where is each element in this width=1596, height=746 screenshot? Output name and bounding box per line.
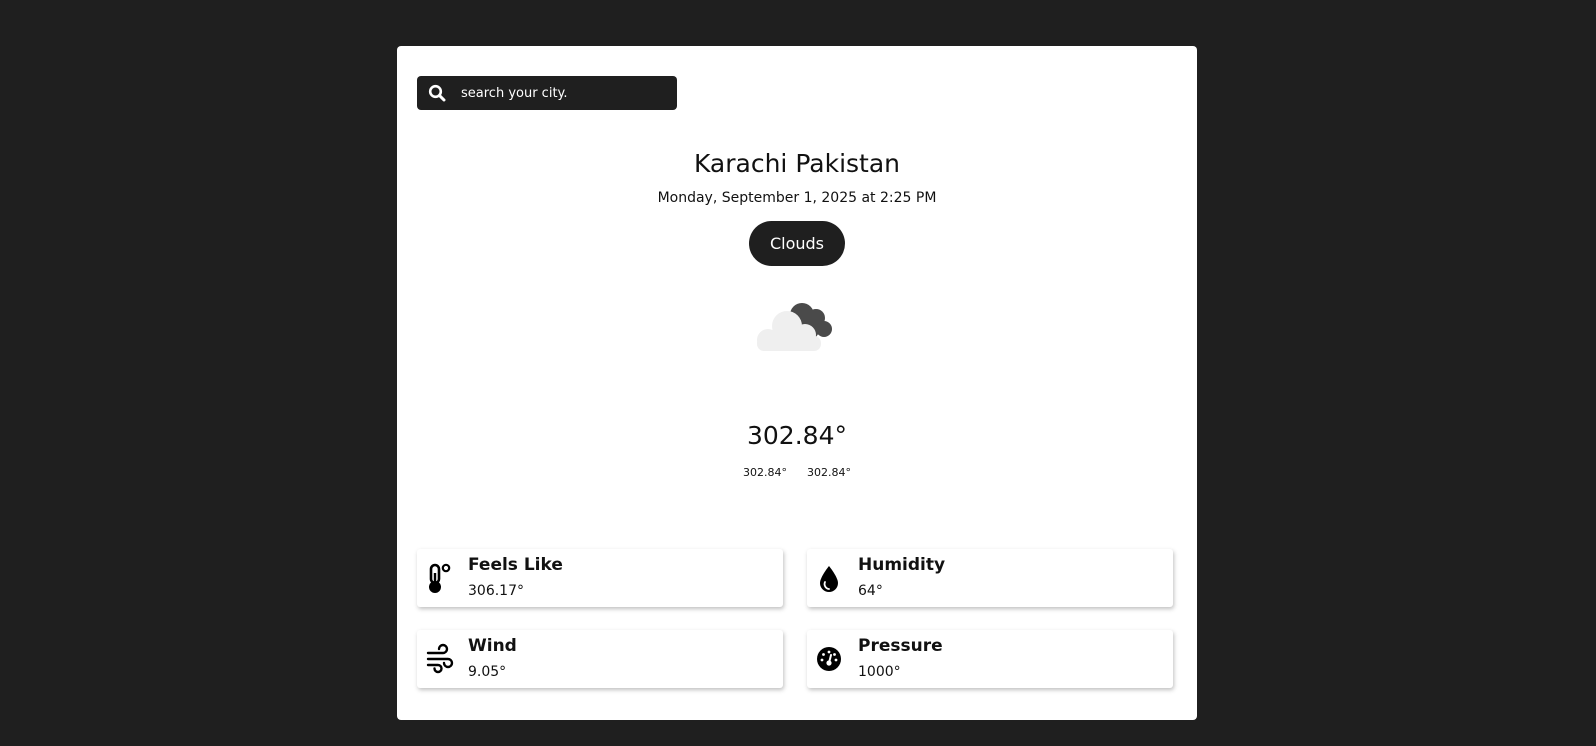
feels-like-value: 306.17° [468, 583, 524, 599]
min-temperature: 302.84° [743, 466, 787, 479]
city-name: Karachi Pakistan [693, 149, 901, 178]
min-max-temperature: 302.84° 302.84° [397, 466, 1197, 479]
search-input[interactable] [461, 76, 661, 110]
weather-card: Karachi Pakistan Monday, September 1, 20… [397, 46, 1197, 720]
weather-condition-badge: Clouds [749, 221, 845, 266]
gauge-icon [815, 643, 845, 675]
wind-value: 9.05° [468, 664, 507, 680]
feels-like-label: Feels Like [468, 555, 563, 575]
pressure-tile: Pressure 1000° [807, 630, 1173, 688]
current-temperature: 302.84° [747, 421, 847, 450]
wind-icon [425, 643, 455, 675]
pressure-label: Pressure [858, 636, 943, 656]
feels-like-tile: Feels Like 306.17° [417, 549, 783, 607]
search-bar[interactable] [417, 76, 677, 110]
cloud-icon [750, 296, 840, 358]
pressure-value: 1000° [858, 664, 901, 680]
droplet-icon [815, 562, 845, 594]
max-temperature: 302.84° [807, 466, 851, 479]
thermometer-icon [425, 562, 455, 594]
humidity-tile: Humidity 64° [807, 549, 1173, 607]
search-icon[interactable] [427, 83, 447, 103]
humidity-value: 64° [858, 583, 883, 599]
wind-label: Wind [468, 636, 517, 656]
wind-tile: Wind 9.05° [417, 630, 783, 688]
date-time: Monday, September 1, 2025 at 2:25 PM [657, 190, 937, 206]
humidity-label: Humidity [858, 555, 946, 575]
